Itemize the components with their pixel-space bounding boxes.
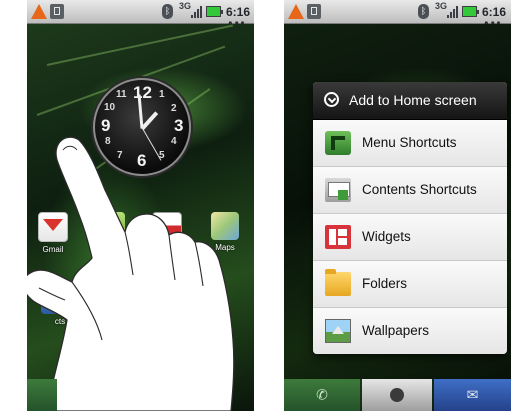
menu-item-wallpapers[interactable]: Wallpapers bbox=[313, 308, 507, 354]
home-icon bbox=[390, 388, 404, 402]
add-to-home-phone: ᛒ 3G 6:16 AM Add to Home screen Menu Sho… bbox=[284, 0, 511, 411]
dock-phone-button[interactable] bbox=[27, 379, 57, 411]
menu-item-label: Contents Shortcuts bbox=[362, 182, 477, 197]
mail-icon: ✉ bbox=[466, 386, 479, 403]
wallpapers-icon bbox=[325, 319, 351, 343]
dock-home-button[interactable] bbox=[362, 379, 432, 411]
menu-item-widgets[interactable]: Widgets bbox=[313, 214, 507, 261]
menu-shortcuts-icon bbox=[325, 131, 351, 155]
usb-icon bbox=[307, 4, 321, 19]
dock-phone-button[interactable]: ✆ bbox=[284, 379, 360, 411]
add-to-home-dialog: Add to Home screen Menu Shortcuts Conten… bbox=[313, 82, 507, 354]
status-bar-right: ᛒ 3G 6:16 AM bbox=[284, 0, 511, 33]
signal-icon bbox=[447, 6, 459, 18]
battery-icon bbox=[462, 6, 479, 17]
pointing-hand-illustration bbox=[27, 136, 235, 411]
menu-item-label: Widgets bbox=[362, 229, 411, 244]
home-screen-phone: ᛒ 3G 6:16 AM 12 1 2 3 4 5 6 7 8 9 10 11 … bbox=[27, 0, 254, 411]
phone-icon: ✆ bbox=[316, 386, 328, 403]
dialog-title: Add to Home screen bbox=[349, 92, 477, 108]
menu-item-label: Wallpapers bbox=[362, 323, 430, 338]
widgets-icon bbox=[325, 225, 351, 249]
folders-icon bbox=[325, 269, 351, 296]
menu-item-label: Menu Shortcuts bbox=[362, 135, 457, 150]
menu-item-label: Folders bbox=[362, 276, 408, 291]
menu-item-folders[interactable]: Folders bbox=[313, 261, 507, 308]
menu-item-contents-shortcuts[interactable]: Contents Shortcuts bbox=[313, 167, 507, 214]
dock bbox=[27, 379, 254, 411]
menu-item-menu-shortcuts[interactable]: Menu Shortcuts bbox=[313, 120, 507, 167]
dialog-header: Add to Home screen bbox=[313, 82, 507, 120]
warning-icon bbox=[288, 4, 304, 19]
chevron-down-icon bbox=[324, 92, 339, 107]
network-type: 3G bbox=[435, 1, 448, 11]
contents-shortcuts-icon bbox=[325, 178, 351, 202]
dock-messaging-button[interactable]: ✉ bbox=[434, 379, 511, 411]
bluetooth-icon: ᛒ bbox=[418, 4, 429, 19]
dock: ✆ ✉ bbox=[284, 379, 511, 411]
